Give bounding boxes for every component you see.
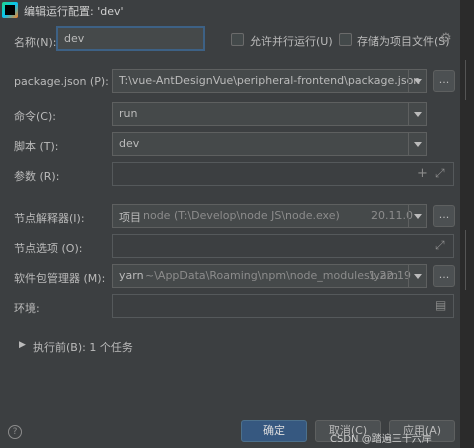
scroll-mark [465, 230, 466, 290]
scripts-label: 脚本 (T): [14, 140, 59, 153]
node-interpreter-combo[interactable]: 项目 node (T:\Develop\node JS\node.exe) 20… [112, 204, 427, 228]
allow-parallel-checkbox[interactable] [231, 33, 244, 46]
document-icon[interactable]: ▤ [435, 298, 446, 312]
watermark: CSDN @踏遍三十六岸 [330, 434, 432, 445]
command-combo[interactable]: run [112, 102, 427, 126]
allow-parallel-label: 允许并行运行(U) [250, 35, 333, 48]
chevron-right-icon[interactable]: ▶ [19, 340, 26, 350]
gear-icon[interactable]: ⚙ [440, 31, 452, 46]
node-interpreter-label: 节点解释器(I): [14, 212, 85, 225]
chevron-down-icon[interactable] [408, 70, 426, 92]
node-options-label: 节点选项 (O): [14, 242, 83, 255]
node-options-input[interactable]: ⤢ [112, 234, 454, 258]
chevron-down-icon[interactable] [408, 265, 426, 287]
package-json-browse-button[interactable]: ... [433, 70, 455, 92]
package-manager-label: 软件包管理器 (M): [14, 272, 106, 285]
environment-label: 环境: [14, 302, 40, 315]
package-manager-combo[interactable]: yarn ~\AppData\Roaming\npm\node_modules\… [112, 264, 427, 288]
name-input[interactable]: dev [56, 26, 205, 51]
package-json-combo[interactable]: T:\vue-AntDesignVue\peripheral-frontend\… [112, 69, 427, 93]
arguments-input[interactable]: + ⤢ [112, 162, 454, 186]
package-manager-browse-button[interactable]: ... [433, 265, 455, 287]
help-icon[interactable]: ? [8, 425, 22, 439]
title-bar: 编辑运行配置: 'dev' [0, 0, 474, 20]
command-label: 命令(C): [14, 110, 56, 123]
expand-icon[interactable]: ⤢ [435, 166, 445, 181]
store-as-file-label: 存储为项目文件(S) [357, 35, 450, 48]
plus-icon[interactable]: + [417, 166, 428, 181]
ok-button[interactable]: 确定 [241, 420, 307, 442]
background-editor-strip [460, 0, 474, 448]
webstorm-logo-icon [2, 2, 18, 18]
chevron-down-icon[interactable] [408, 133, 426, 155]
store-as-file-checkbox[interactable] [339, 33, 352, 46]
chevron-down-icon[interactable] [408, 103, 426, 125]
expand-icon[interactable]: ⤢ [435, 238, 445, 253]
window-title: 编辑运行配置: 'dev' [24, 5, 124, 18]
name-label: 名称(N): [14, 36, 57, 49]
arguments-label: 参数 (R): [14, 170, 60, 183]
chevron-down-icon[interactable] [408, 205, 426, 227]
package-json-label: package.json (P): [14, 75, 109, 88]
scripts-combo[interactable]: dev [112, 132, 427, 156]
before-launch-label[interactable]: 执行前(B): 1 个任务 [33, 339, 133, 355]
scroll-mark [465, 60, 466, 100]
node-interpreter-browse-button[interactable]: ... [433, 205, 455, 227]
environment-input[interactable]: ▤ [112, 294, 454, 318]
